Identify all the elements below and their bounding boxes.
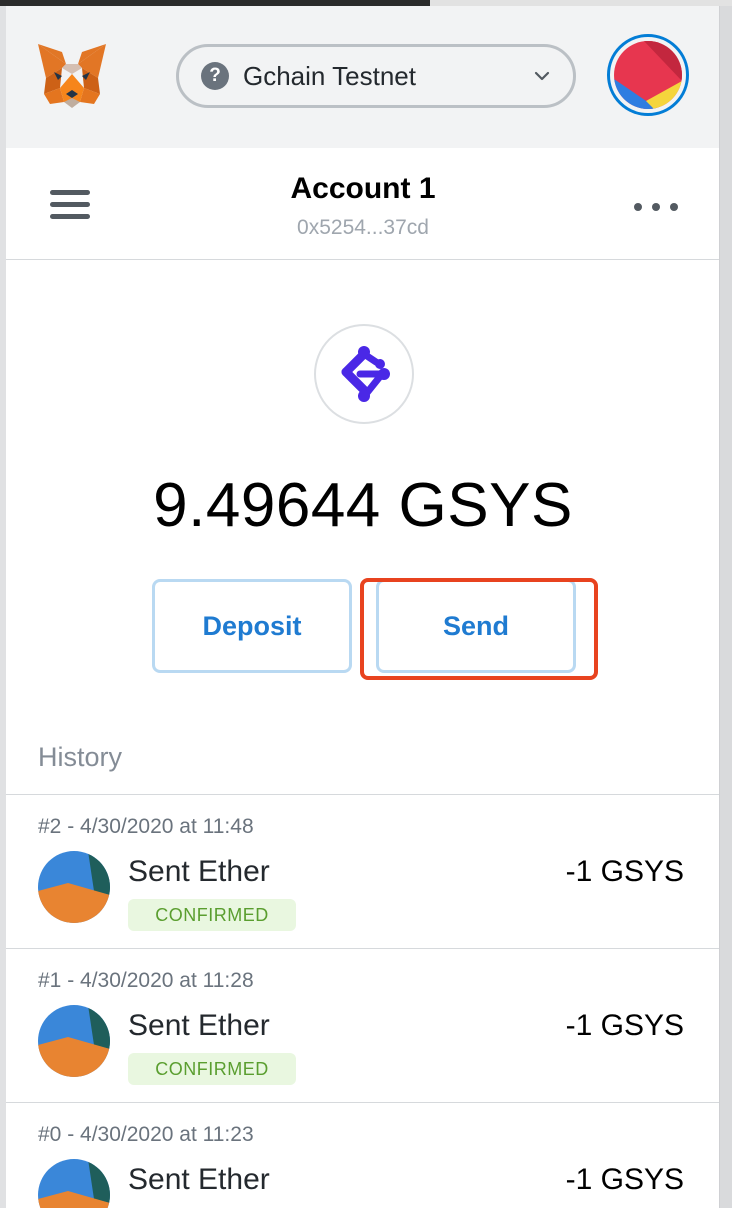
gchain-logo-icon (341, 346, 390, 402)
deposit-button[interactable]: Deposit (152, 579, 352, 673)
question-icon: ? (201, 62, 229, 90)
chevron-down-icon (534, 71, 550, 81)
gchain-token-icon (314, 324, 414, 424)
transaction-amount: -1 GSYS (565, 855, 684, 888)
transaction-row[interactable]: #2 - 4/30/2020 at 11:48 Sent Ether CONFI… (6, 795, 719, 949)
account-menu-avatar[interactable] (607, 34, 689, 116)
more-options-icon[interactable] (634, 200, 678, 214)
wallet-popup: ? Gchain Testnet Account 1 0x5254...37cd (6, 6, 720, 1208)
account-address[interactable]: 0x5254...37cd (6, 216, 719, 240)
transaction-amount: -1 GSYS (565, 1163, 684, 1196)
transaction-identicon (38, 851, 110, 923)
identicon (614, 41, 682, 109)
account-bar: Account 1 0x5254...37cd (6, 148, 719, 260)
history-heading: History (38, 742, 123, 772)
transaction-date: #0 - 4/30/2020 at 11:23 (38, 1123, 254, 1146)
transaction-date: #1 - 4/30/2020 at 11:28 (38, 969, 254, 992)
status-badge: CONFIRMED (128, 899, 296, 931)
metamask-fox-logo (38, 44, 106, 108)
transaction-amount: -1 GSYS (565, 1009, 684, 1042)
scrollbar-track[interactable] (720, 6, 732, 1208)
transaction-title: Sent Ether (128, 1163, 270, 1196)
network-selector[interactable]: ? Gchain Testnet (176, 44, 576, 108)
transaction-title: Sent Ether (128, 1009, 270, 1042)
network-name: Gchain Testnet (243, 60, 416, 91)
status-badge: CONFIRMED (128, 1053, 296, 1085)
account-name[interactable]: Account 1 (6, 172, 719, 206)
transaction-identicon (38, 1159, 110, 1208)
send-button[interactable]: Send (376, 579, 576, 673)
transaction-date: #2 - 4/30/2020 at 11:48 (38, 815, 254, 838)
balance-amount: 9.49644 GSYS (153, 471, 573, 540)
app-header: ? Gchain Testnet (6, 6, 719, 148)
transaction-identicon (38, 1005, 110, 1077)
transaction-row[interactable]: #0 - 4/30/2020 at 11:23 Sent Ether -1 GS… (6, 1103, 719, 1208)
transaction-row[interactable]: #1 - 4/30/2020 at 11:28 Sent Ether CONFI… (6, 949, 719, 1103)
transaction-title: Sent Ether (128, 855, 270, 888)
